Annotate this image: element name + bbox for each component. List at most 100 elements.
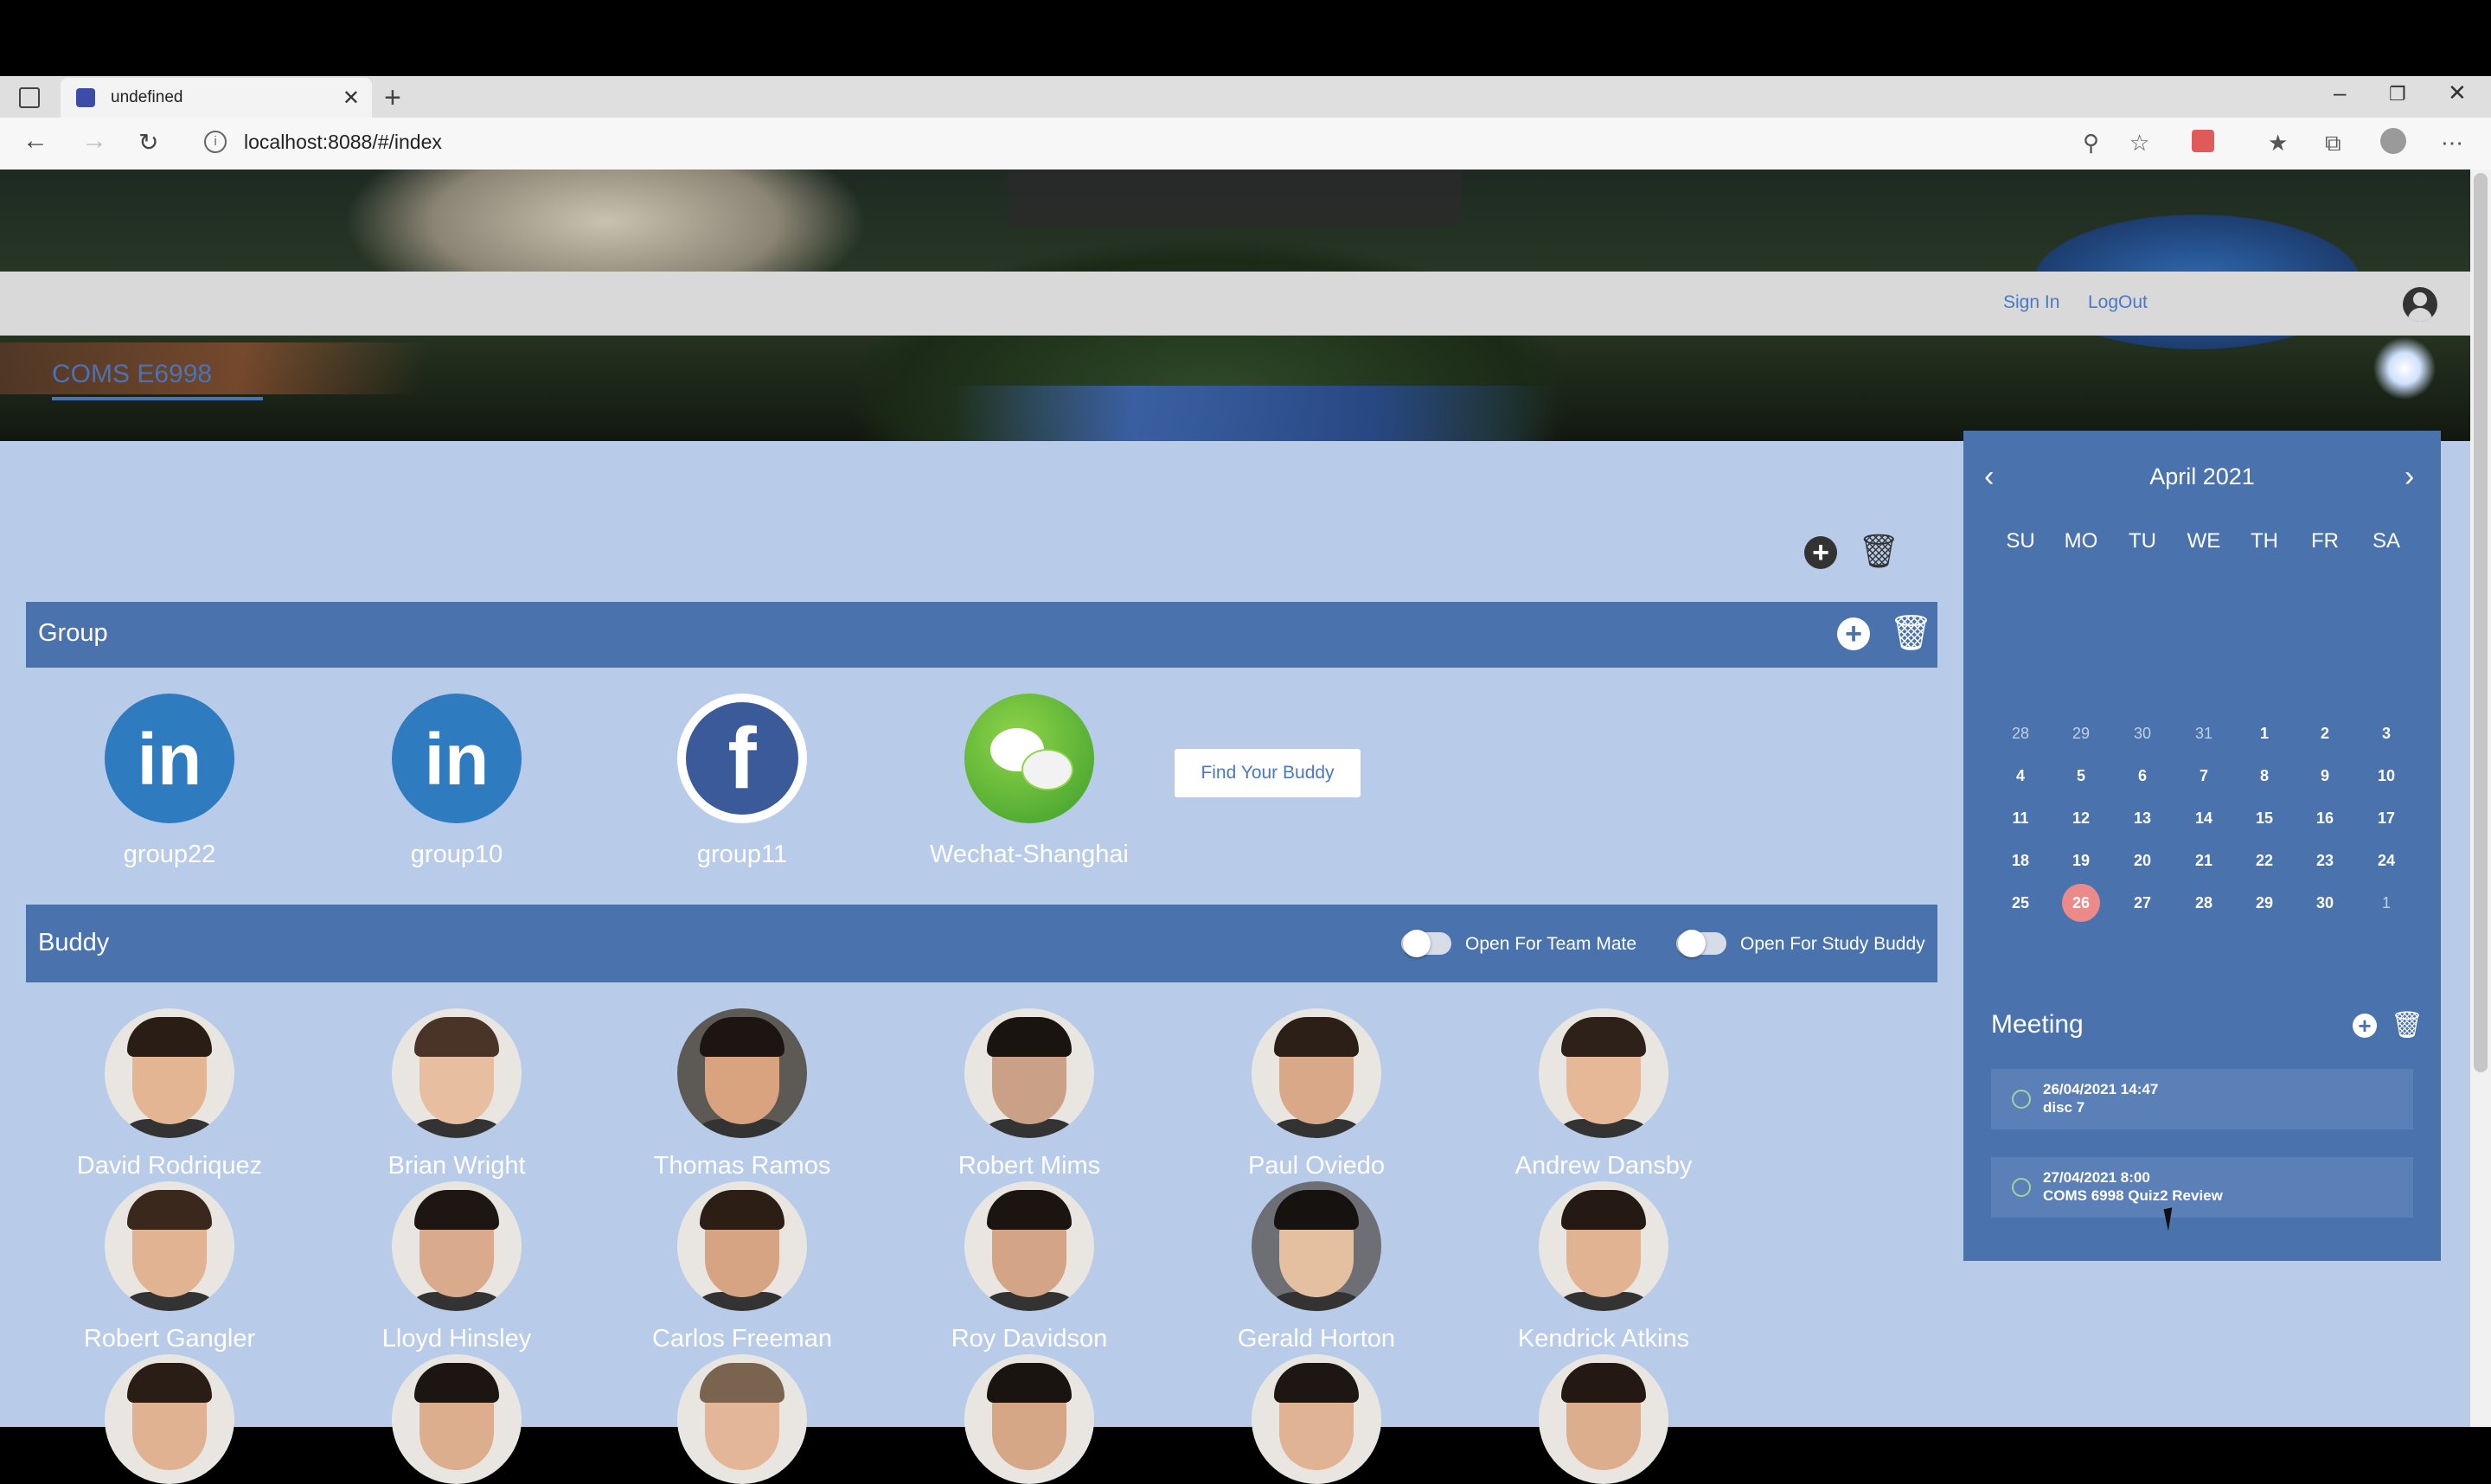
buddy-card[interactable] — [327, 1354, 586, 1484]
calendar-day[interactable]: 20 — [2123, 841, 2161, 880]
add-meeting-button[interactable]: + — [2353, 1014, 2377, 1038]
calendar-day[interactable]: 24 — [2367, 841, 2405, 880]
group-item[interactable]: in group22 — [83, 694, 256, 869]
reload-icon[interactable]: ↻ — [138, 128, 158, 157]
calendar-day[interactable]: 17 — [2367, 799, 2405, 837]
back-icon[interactable]: ← — [22, 126, 48, 156]
calendar-day[interactable]: 1 — [2245, 714, 2283, 752]
zoom-icon[interactable]: ⚲ — [2083, 130, 2099, 157]
buddy-card[interactable]: Gerald Horton — [1187, 1181, 1446, 1353]
calendar-day[interactable]: 6 — [2123, 757, 2161, 795]
delete-group-icon[interactable]: 🗑 — [1889, 612, 1933, 653]
buddy-card[interactable]: Robert Mims — [900, 1008, 1159, 1180]
profile-icon[interactable] — [2380, 128, 2406, 154]
calendar-day[interactable]: 3 — [2367, 714, 2405, 752]
calendar-day[interactable]: 22 — [2245, 841, 2283, 880]
calendar-day[interactable]: 1 — [2367, 884, 2405, 922]
collections-icon[interactable]: ⧉ — [2325, 130, 2341, 157]
find-buddy-button[interactable]: Find Your Buddy — [1175, 749, 1361, 797]
calendar-day[interactable]: 29 — [2062, 714, 2100, 752]
buddy-card[interactable]: Brian Wright — [327, 1008, 586, 1180]
calendar-day[interactable]: 19 — [2062, 841, 2100, 880]
calendar-day[interactable]: 28 — [2185, 884, 2223, 922]
calendar-day[interactable]: 10 — [2367, 757, 2405, 795]
calendar-day[interactable]: 16 — [2306, 799, 2344, 837]
buddy-card[interactable]: David Rodriquez — [40, 1008, 299, 1180]
close-tab-icon[interactable]: ✕ — [343, 86, 360, 111]
close-window-icon[interactable]: ✕ — [2448, 80, 2467, 106]
meeting-date: 27/04/2021 8:00 — [2043, 1169, 2150, 1186]
calendar-day[interactable]: 8 — [2245, 757, 2283, 795]
calendar-day[interactable]: 18 — [2001, 841, 2040, 880]
buddy-card[interactable]: Carlos Freeman — [612, 1181, 872, 1353]
new-tab-icon[interactable]: + — [384, 81, 401, 115]
calendar-day[interactable]: 12 — [2062, 799, 2100, 837]
calendar-day[interactable]: 30 — [2123, 714, 2161, 752]
sign-in-link[interactable]: Sign In — [2003, 292, 2059, 313]
add-course-button[interactable]: + — [1804, 536, 1837, 569]
buddy-card[interactable] — [1474, 1354, 1733, 1484]
calendar-day[interactable]: 5 — [2062, 757, 2100, 795]
meeting-status-icon[interactable] — [2012, 1090, 2031, 1109]
favorites-icon[interactable]: ★ — [2268, 130, 2288, 157]
forward-icon[interactable]: → — [81, 126, 107, 156]
meeting-item[interactable]: 26/04/2021 14:47 disc 7 — [1991, 1069, 2413, 1129]
meeting-item[interactable]: 27/04/2021 8:00 COMS 6998 Quiz2 Review — [1991, 1157, 2413, 1218]
next-month-icon[interactable]: › — [2405, 460, 2414, 494]
team-mate-toggle[interactable] — [1401, 930, 1451, 957]
calendar-day[interactable]: 31 — [2185, 714, 2223, 752]
calendar-day[interactable]: 26 — [2062, 884, 2100, 922]
calendar-day[interactable]: 15 — [2245, 799, 2283, 837]
calendar-day[interactable]: 4 — [2001, 757, 2040, 795]
browser-tab[interactable]: undefined ✕ — [61, 78, 372, 118]
more-menu-icon[interactable]: ⋯ — [2441, 130, 2463, 157]
buddy-card[interactable]: Lloyd Hinsley — [327, 1181, 586, 1353]
favorite-star-icon[interactable]: ☆ — [2129, 130, 2149, 157]
site-info-icon[interactable]: i — [204, 131, 227, 153]
course-tab[interactable]: COMS E6998 — [52, 360, 212, 389]
buddy-card[interactable]: Kendrick Atkins — [1474, 1181, 1733, 1353]
calendar-day[interactable]: 11 — [2001, 799, 2040, 837]
group-item[interactable]: f group11 — [656, 694, 829, 869]
minimize-icon[interactable]: – — [2334, 80, 2346, 106]
calendar-day[interactable]: 13 — [2123, 799, 2161, 837]
delete-meeting-icon[interactable]: 🗑 — [2391, 1010, 2424, 1040]
group-name: group10 — [410, 841, 503, 868]
calendar-day[interactable]: 21 — [2185, 841, 2223, 880]
restore-icon[interactable]: ❐ — [2389, 83, 2406, 106]
avatar — [1252, 1008, 1381, 1138]
buddy-card[interactable]: Roy Davidson — [900, 1181, 1159, 1353]
buddy-card[interactable]: Thomas Ramos — [612, 1008, 872, 1180]
scrollbar-thumb[interactable] — [2474, 173, 2488, 1072]
url-field[interactable]: localhost:8088/#/index — [244, 131, 442, 154]
buddy-card[interactable]: Andrew Dansby — [1474, 1008, 1733, 1180]
meeting-status-icon[interactable] — [2012, 1178, 2031, 1197]
buddy-card[interactable] — [1187, 1354, 1446, 1484]
buddy-card[interactable] — [612, 1354, 872, 1484]
logout-link[interactable]: LogOut — [2088, 292, 2148, 313]
add-group-button[interactable]: + — [1837, 617, 1870, 650]
user-account-icon[interactable] — [2403, 287, 2437, 322]
calendar-day[interactable]: 14 — [2185, 799, 2223, 837]
calendar-day[interactable]: 2 — [2306, 714, 2344, 752]
calendar-day[interactable]: 9 — [2306, 757, 2344, 795]
group-item[interactable]: in group10 — [370, 694, 543, 869]
calendar-day[interactable]: 7 — [2185, 757, 2223, 795]
group-item[interactable]: Wechat-Shanghai — [930, 694, 1129, 869]
tab-actions-icon[interactable] — [19, 87, 40, 108]
calendar-day[interactable]: 29 — [2245, 884, 2283, 922]
calendar-day[interactable]: 28 — [2001, 714, 2040, 752]
buddy-card[interactable]: Robert Gangler — [40, 1181, 299, 1353]
buddy-card[interactable] — [40, 1354, 299, 1484]
delete-course-icon[interactable]: 🗑 — [1858, 533, 1899, 571]
buddy-card[interactable] — [900, 1354, 1159, 1484]
study-buddy-toggle[interactable] — [1676, 930, 1726, 957]
calendar-day[interactable]: 25 — [2001, 884, 2040, 922]
buddy-card[interactable]: Paul Oviedo — [1187, 1008, 1446, 1180]
prev-month-icon[interactable]: ‹ — [1984, 460, 1994, 494]
calendar-day[interactable]: 30 — [2306, 884, 2344, 922]
calendar-day[interactable]: 23 — [2306, 841, 2344, 880]
calendar-day[interactable]: 27 — [2123, 884, 2161, 922]
calendar-month-title[interactable]: April 2021 — [2093, 464, 2311, 490]
extension-icon[interactable] — [2192, 130, 2214, 152]
